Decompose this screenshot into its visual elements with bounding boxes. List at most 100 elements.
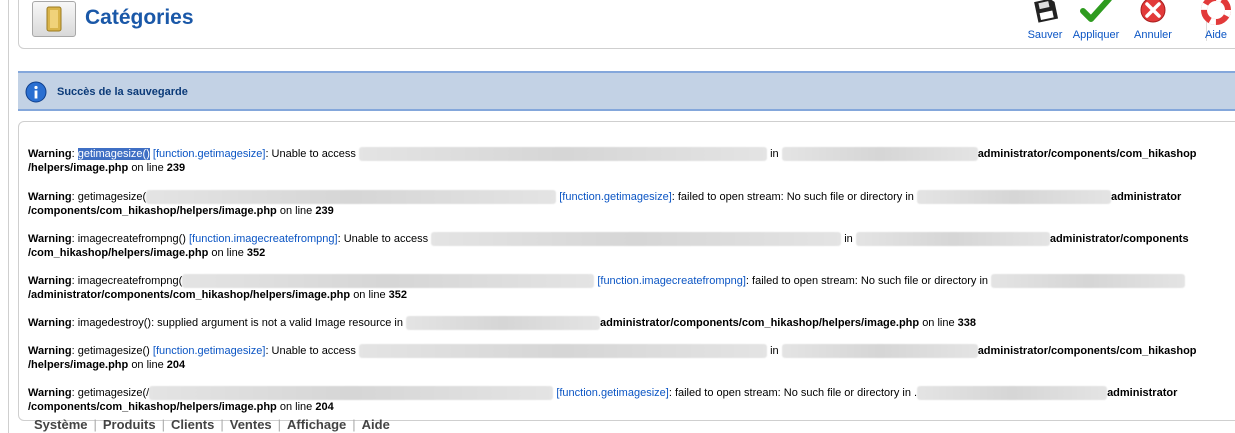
warning-text: : Unable to access	[337, 233, 429, 245]
warning-function: : imagecreatefrompng(	[71, 275, 183, 287]
warning-text: : failed to open stream: No such file or…	[668, 387, 918, 399]
apply-button[interactable]: Appliquer	[1065, 0, 1127, 45]
warning-text: on line	[353, 289, 386, 301]
file-path: /components/com_hikashop/helpers/image.p…	[28, 205, 277, 217]
warning-function: : imagedestroy(): supplied argument is n…	[71, 317, 403, 329]
help-button[interactable]: Aide	[1188, 0, 1235, 45]
file-path: /administrator/components/com_hikashop/h…	[28, 289, 351, 301]
function-link[interactable]: [function.imagecreatefrompng]	[189, 233, 338, 245]
warning-text: : failed to open stream: No such file or…	[671, 191, 914, 203]
warning-text: in	[770, 148, 779, 160]
warning-function: : getimagesize()	[71, 345, 150, 357]
success-message: Succès de la sauvegarde	[18, 71, 1235, 111]
file-path: /com_hikashop/helpers/image.php	[28, 247, 209, 259]
file-path: /helpers/image.php	[28, 359, 129, 371]
warning-label: Warning	[28, 191, 72, 203]
redacted-text	[359, 147, 767, 161]
line-number: 239	[166, 162, 186, 174]
warning-label: Warning	[28, 275, 72, 287]
redacted-text	[406, 316, 601, 330]
file-path: administrator/components/com_hikashop	[977, 148, 1197, 160]
line-number: 338	[957, 317, 977, 329]
redacted-text	[359, 344, 767, 358]
warning-text: on line	[279, 205, 313, 217]
floppy-disk-icon	[1028, 0, 1062, 25]
warning-text: on line	[131, 162, 164, 174]
file-path: administrator/components/com_hikashop/he…	[600, 317, 920, 329]
warning-text: on line	[279, 401, 313, 413]
lifebuoy-icon	[1199, 0, 1233, 25]
warning-3: Warning: imagecreatefrompng() [function.…	[28, 232, 1218, 260]
info-icon	[25, 81, 47, 103]
redacted-text	[149, 386, 554, 400]
menu-item-affichage[interactable]: Affichage	[287, 417, 346, 432]
function-link[interactable]: [function.getimagesize]	[556, 387, 669, 399]
warning-function: : getimagesize(	[71, 191, 147, 203]
toolbar: Catégories Sauver Appliquer Annuler Aide	[18, 0, 1235, 49]
page-title: Catégories	[85, 6, 194, 29]
menu-item-produits[interactable]: Produits	[103, 417, 156, 432]
line-number: 352	[388, 289, 408, 301]
cancel-button[interactable]: Annuler	[1125, 0, 1181, 45]
file-path: administrator/components/com_hikashop	[977, 345, 1197, 357]
menu-separator: |	[161, 417, 165, 432]
warning-text: : failed to open stream: No such file or…	[745, 275, 989, 287]
redacted-text	[991, 274, 1186, 288]
warning-label: Warning	[28, 233, 72, 245]
warning-1: Warning: getimagesize() [function.getima…	[28, 147, 1197, 174]
warning-label: Warning	[28, 345, 72, 357]
warning-function: : imagecreatefrompng()	[71, 233, 186, 245]
redacted-text	[781, 344, 978, 358]
checkmark-icon	[1079, 0, 1113, 25]
page-frame-border	[8, 0, 9, 433]
warning-text: on line	[211, 247, 244, 259]
file-path: administrator/components	[1049, 233, 1189, 245]
warning-7: Warning: getimagesize(/ [function.getima…	[28, 386, 1218, 414]
file-path: /helpers/image.php	[28, 162, 129, 174]
success-message-text: Succès de la sauvegarde	[57, 86, 188, 98]
redacted-text	[781, 147, 978, 161]
warning-text: on line	[922, 317, 955, 329]
function-link[interactable]: [function.getimagesize]	[153, 148, 266, 160]
warning-5: Warning: imagedestroy(): supplied argume…	[28, 316, 1218, 330]
warning-label: Warning	[28, 148, 72, 160]
menu-separator: |	[220, 417, 224, 432]
warning-text: : Unable to access	[265, 148, 356, 160]
menu-separator: |	[352, 417, 356, 432]
function-link[interactable]: [function.getimagesize]	[559, 191, 672, 203]
file-path: /components/com_hikashop/helpers/image.p…	[28, 401, 277, 413]
redacted-text	[431, 232, 842, 246]
redacted-text	[146, 190, 557, 204]
help-button-label: Aide	[1204, 29, 1228, 41]
warning-text: in	[770, 345, 779, 357]
file-path: administrator	[1110, 191, 1182, 203]
warning-function: : getimagesize(/	[71, 387, 150, 399]
warning-label: Warning	[28, 387, 72, 399]
warning-4: Warning: imagecreatefrompng( [function.i…	[28, 274, 1218, 302]
redacted-text	[855, 232, 1050, 246]
menu-item-ventes[interactable]: Ventes	[230, 417, 272, 432]
categories-folder-icon	[32, 1, 76, 37]
bottom-menu: Système | Produits | Clients | Ventes | Affichag…	[34, 417, 390, 432]
menu-separator: |	[277, 417, 282, 432]
menu-item-aide[interactable]: Aide	[362, 417, 390, 432]
menu-item-clients[interactable]: Clients	[171, 417, 214, 432]
redacted-text	[916, 190, 1111, 204]
function-link[interactable]: [function.getimagesize]	[153, 345, 266, 357]
redacted-text	[182, 274, 595, 288]
redacted-text	[917, 386, 1108, 400]
file-path: administrator	[1107, 387, 1178, 399]
warning-6: Warning: getimagesize() [function.getima…	[28, 344, 1218, 372]
warning-2: Warning: getimagesize( [function.getimag…	[28, 190, 1218, 218]
apply-button-label: Appliquer	[1072, 29, 1120, 41]
warning-label: Warning	[28, 317, 72, 329]
warning-text: : Unable to access	[265, 345, 356, 357]
warning-text: in	[844, 233, 853, 245]
warning-text: on line	[131, 359, 164, 371]
line-number: 204	[166, 359, 186, 371]
line-number: 352	[246, 247, 266, 259]
cancel-x-icon	[1136, 0, 1170, 25]
menu-item-systeme[interactable]: Système	[34, 417, 87, 432]
cancel-button-label: Annuler	[1134, 29, 1172, 41]
function-link[interactable]: [function.imagecreatefrompng]	[597, 275, 746, 287]
